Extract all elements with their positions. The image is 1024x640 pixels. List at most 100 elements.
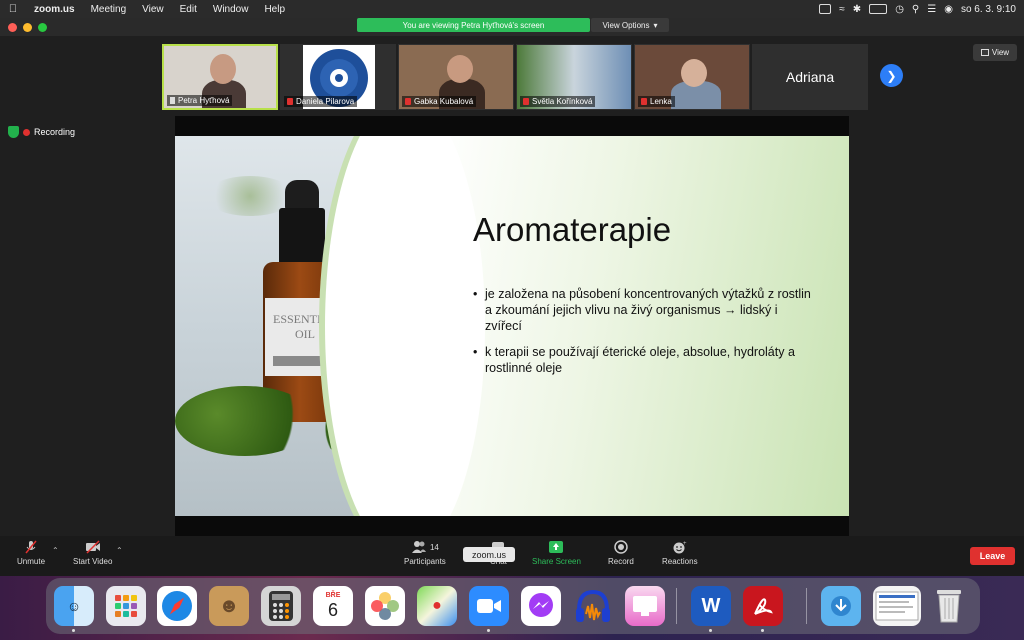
contacts-icon[interactable]: ☻ — [209, 586, 249, 626]
view-options-button[interactable]: View Options ▾ — [591, 18, 669, 32]
view-layout-button[interactable]: View — [973, 44, 1017, 61]
close-window-button[interactable] — [8, 23, 17, 32]
record-button[interactable]: Record — [608, 540, 634, 566]
share-screen-button[interactable]: Share Screen — [532, 540, 581, 566]
menu-window[interactable]: Window — [205, 4, 257, 15]
apple-menu-icon[interactable]:  — [0, 3, 26, 15]
muted-mic-icon — [523, 98, 529, 105]
safari-icon[interactable] — [157, 586, 197, 626]
recording-indicator[interactable]: Recording — [8, 124, 75, 140]
pin-icon — [170, 97, 175, 104]
reactions-label: Reactions — [662, 557, 698, 566]
video-options-chevron-icon[interactable]: ⌃ — [116, 546, 123, 555]
next-participants-button[interactable]: ❯ — [880, 64, 903, 87]
menu-view[interactable]: View — [134, 4, 172, 15]
reactions-emoji-icon: + — [673, 541, 687, 554]
wifi-icon[interactable]: ≈ — [839, 4, 845, 15]
safari-compass-icon — [162, 591, 192, 621]
calculator-icon[interactable] — [261, 586, 301, 626]
view-layout-label: View — [991, 48, 1010, 57]
unmute-label: Unmute — [17, 557, 46, 566]
calendar-day-label: 6 — [327, 600, 338, 620]
participants-icon — [411, 541, 426, 553]
reactions-button[interactable]: + Reactions — [662, 540, 698, 566]
launchpad-icon[interactable] — [106, 586, 146, 626]
participant-tile-daniela[interactable]: Daniela Pilarova — [280, 44, 396, 110]
document-thumbnail-icon[interactable] — [873, 586, 921, 626]
calendar-month-label: BŘE — [325, 592, 341, 599]
menu-help[interactable]: Help — [256, 4, 293, 15]
trash-can-icon — [937, 590, 961, 623]
running-indicator — [761, 629, 764, 632]
menu-edit[interactable]: Edit — [172, 4, 205, 15]
monitor-icon — [633, 596, 657, 616]
muted-mic-icon — [287, 98, 293, 105]
photos-icon[interactable] — [365, 586, 405, 626]
muted-mic-icon — [641, 98, 647, 105]
window-controls — [8, 23, 47, 32]
calendar-icon[interactable]: BŘE 6 — [313, 586, 353, 626]
recording-label: Recording — [34, 127, 76, 137]
camera-off-icon — [85, 540, 100, 554]
zoom-status-icon[interactable] — [819, 4, 832, 14]
participant-tile-svetla[interactable]: Světla Kořínková — [516, 44, 632, 110]
menu-bar-clock[interactable]: so 6. 3. 9:10 — [961, 4, 1016, 15]
participant-tile-gabka[interactable]: Gabka Kubalová — [398, 44, 514, 110]
running-indicator — [72, 629, 75, 632]
audio-options-chevron-icon[interactable]: ⌃ — [52, 546, 59, 555]
participant-name-tag: Petra Hyťhová — [167, 95, 233, 106]
finder-icon[interactable]: ☺ — [54, 586, 94, 626]
moss-left — [175, 386, 315, 456]
chevron-right-icon: ❯ — [886, 68, 897, 83]
bluetooth-icon[interactable]: ✱ — [853, 4, 861, 15]
participant-tile-lenka[interactable]: Lenka — [634, 44, 750, 110]
start-video-label: Start Video — [73, 557, 113, 566]
bottle-dropper — [279, 208, 325, 266]
grid-view-icon — [980, 49, 989, 56]
participant-video-face — [447, 55, 473, 83]
messenger-icon[interactable] — [521, 586, 561, 626]
menu-meeting[interactable]: Meeting — [83, 4, 135, 15]
fullscreen-window-button[interactable] — [38, 23, 47, 32]
downloads-folder-icon[interactable] — [821, 586, 861, 626]
maps-icon[interactable]: ● — [417, 586, 457, 626]
dock-separator — [806, 588, 807, 624]
participant-name: Daniela Pilarova — [296, 97, 355, 106]
participant-tile-adriana[interactable]: Adriana — [752, 44, 868, 110]
siri-icon[interactable]: ◉ — [944, 4, 953, 15]
screen-share-banner: You are viewing Petra Hyťhová's screen — [357, 18, 590, 32]
photos-flower-icon — [371, 592, 399, 620]
participant-name-tag: Daniela Pilarova — [284, 96, 358, 107]
unmute-button[interactable]: Unmute — [17, 540, 45, 566]
participant-video-face — [210, 54, 236, 84]
trash-icon[interactable] — [929, 586, 969, 626]
leave-meeting-button[interactable]: Leave — [970, 547, 1015, 565]
control-center-icon[interactable]: ☰ — [927, 4, 936, 15]
zoom-camera-icon — [477, 599, 501, 613]
screen:  zoom.us Meeting View Edit Window Help … — [0, 0, 1024, 640]
chevron-down-icon: ▾ — [653, 20, 658, 30]
recording-dot-icon — [23, 128, 30, 136]
acrobat-icon[interactable] — [743, 586, 783, 626]
participant-name-tag: Gabka Kubalová — [402, 96, 477, 107]
participant-name-tag: Světla Kořínková — [520, 96, 596, 107]
running-indicator — [487, 629, 490, 632]
menu-app-zoom[interactable]: zoom.us — [26, 4, 83, 15]
launchpad-grid-icon — [115, 595, 137, 617]
slide-bullet: je založena na působení koncentrovaných … — [473, 286, 813, 334]
start-video-button[interactable]: Start Video — [73, 540, 112, 566]
battery-icon[interactable] — [869, 4, 888, 14]
participant-tile-petra[interactable]: Petra Hyťhová — [162, 44, 278, 110]
menu-bar-status: ≈ ✱ ◷ ⚲ ☰ ◉ so 6. 3. 9:10 — [819, 0, 1016, 18]
time-machine-icon[interactable]: ◷ — [895, 4, 904, 15]
cleanmymac-icon[interactable] — [625, 586, 665, 626]
macos-dock: ☺ ☻ BŘE 6 ● W — [46, 578, 980, 634]
security-shield-icon[interactable] — [8, 126, 19, 138]
audacity-icon[interactable] — [573, 586, 613, 626]
word-icon[interactable]: W — [691, 586, 731, 626]
document-preview-icon — [875, 591, 919, 621]
search-icon[interactable]: ⚲ — [912, 4, 919, 15]
minimize-window-button[interactable] — [23, 23, 32, 32]
participants-button[interactable]: 14 Participants — [404, 540, 446, 566]
zoom-app-icon[interactable] — [469, 586, 509, 626]
